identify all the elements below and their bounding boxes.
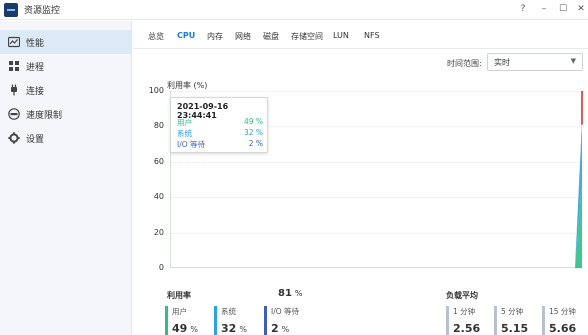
sidebar-item-performance[interactable]: 性能 [0,30,132,54]
window-title: 资源监控 [24,6,61,16]
tooltip-name: 系统 [177,129,192,138]
sidebar-item-settings[interactable]: 设置 [0,126,132,150]
gear-icon [8,132,20,144]
sidebar-item-speed-limit[interactable]: 速度限制 [0,102,132,126]
help-button[interactable]: ? [516,2,530,16]
tab-lun[interactable]: LUN [333,31,349,40]
metric-value: 2 [271,322,279,335]
sidebar-item-label: 连接 [26,87,45,97]
time-range-value: 实时 [494,58,510,67]
metric-name: 15 分钟 [549,307,576,316]
y-tick: 80 [153,121,164,130]
tab-memory[interactable]: 内存 [207,31,223,42]
metric-value: 49 [172,322,188,335]
chart-tooltip: 2021-09-16 23:44:41 用户 49 % 系统 32 % I/O … [170,97,268,153]
speed-limit-icon [8,108,20,120]
utilization-total-unit: % [294,289,303,298]
metric-name: 1 分钟 [453,307,476,316]
tooltip-row-io-wait: I/O 等待 2 % [177,139,263,149]
metric-system: 系统 32% [214,306,247,335]
sidebar-item-label: 性能 [26,39,45,49]
time-range-select[interactable]: 实时 ▼ [487,53,583,71]
metric-value: 2.56 [453,322,481,335]
chevron-down-icon: ▼ [570,57,576,65]
sidebar-item-processes[interactable]: 进程 [0,54,132,78]
y-tick: 20 [153,228,164,237]
metric-io-wait: I/O 等待 2% [264,306,299,335]
y-tick: 40 [153,192,164,201]
utilization-total-value: 81 [278,288,292,299]
plug-icon [11,84,17,96]
load-1min: 1 分钟 2.56 [446,306,480,335]
metric-name: 系统 [221,307,236,316]
tooltip-value: 49 % [243,117,263,126]
metric-value: 5.66 [549,322,577,335]
metric-unit: % [239,325,247,334]
tab-network[interactable]: 网络 [235,31,251,42]
metric-unit: % [281,325,290,334]
metric-value: 5.15 [501,322,529,335]
title-bar: 资源监控 ? – ☐ ✕ [0,0,588,20]
tab-bar: 总览 CPU 内存 网络 磁盘 存储空间 LUN NFS [133,21,588,49]
y-tick: 0 [158,263,164,272]
metric-name: 用户 [172,307,187,316]
close-button[interactable]: ✕ [574,2,588,16]
maximize-button[interactable]: ☐ [556,2,570,16]
y-tick: 60 [153,157,164,166]
y-tick: 100 [148,86,164,95]
sidebar-item-label: 速度限制 [26,111,63,121]
tooltip-value: 2 % [248,139,263,148]
chart-y-label: 利用率 (%) [167,81,208,90]
metric-name: 5 分钟 [501,307,524,316]
tooltip-row-user: 用户 49 % [177,117,263,127]
sidebar-item-connections[interactable]: 连接 [0,78,132,102]
sidebar-item-label: 设置 [26,135,45,145]
utilization-total: 81% [278,288,303,299]
process-icon [9,61,19,71]
tooltip-row-system: 系统 32 % [177,128,263,138]
utilization-title: 利用率 [167,291,191,300]
tab-overview[interactable]: 总览 [148,31,164,42]
load-average-title: 负载平均 [446,291,478,300]
tooltip-name: 用户 [177,118,192,127]
tab-disk[interactable]: 磁盘 [263,31,279,42]
sidebar: 性能 进程 连接 速度限制 设置 [0,21,132,335]
tooltip-value: 32 % [243,128,263,137]
time-range-label: 时间范围: [447,59,482,68]
metric-value: 32 [221,322,237,335]
metric-user: 用户 49% [165,306,198,335]
minimize-button[interactable]: – [537,2,551,16]
tooltip-name: I/O 等待 [177,140,206,149]
metric-unit: % [190,325,198,334]
gauge-icon [8,36,20,48]
sidebar-item-label: 进程 [26,63,45,73]
tab-nfs[interactable]: NFS [364,31,380,40]
load-15min: 15 分钟 5.66 [542,306,576,335]
load-5min: 5 分钟 5.15 [494,306,528,335]
metric-name: I/O 等待 [271,307,300,316]
tab-cpu[interactable]: CPU [177,31,195,40]
resource-monitor-app-icon [4,3,18,17]
tab-volume[interactable]: 存储空间 [291,31,323,42]
